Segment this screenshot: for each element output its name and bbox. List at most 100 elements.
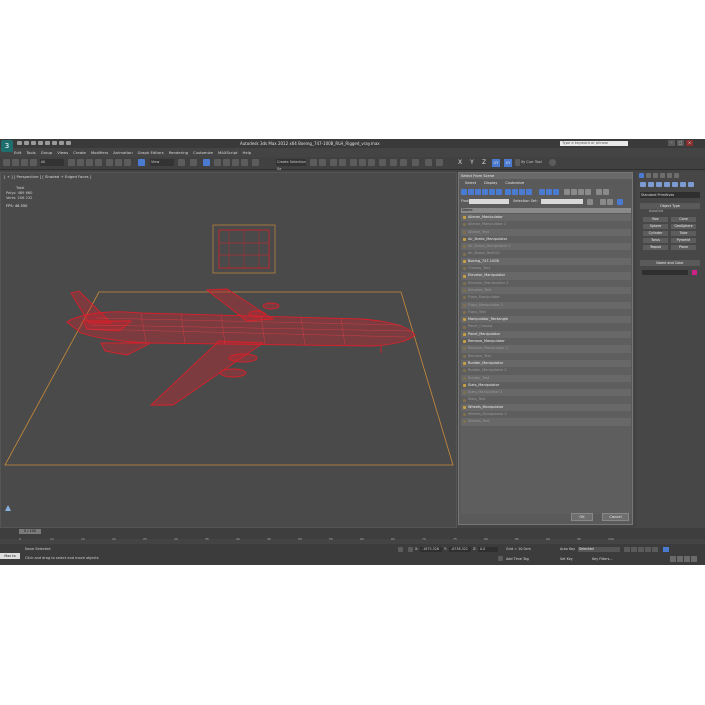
axis-z-constraint[interactable]: Z — [480, 159, 488, 167]
hierarchy-icon[interactable] — [600, 199, 606, 205]
key-mode-toggle-icon[interactable] — [663, 547, 669, 552]
teapot-icon[interactable] — [549, 159, 556, 166]
move-icon[interactable] — [106, 159, 113, 166]
list-item[interactable]: Panel_Manipulator — [461, 330, 631, 339]
list-item[interactable]: Elevator_Manipulator — [461, 272, 631, 280]
list-item[interactable]: Air_Brake_Manipulator 2 — [461, 243, 631, 251]
redo-icon[interactable] — [45, 141, 50, 145]
list-item[interactable]: Chassis_Text — [461, 265, 631, 272]
z-coordinate-field[interactable]: 0.0 — [478, 547, 498, 552]
display-groups-icon[interactable] — [505, 189, 511, 195]
selection-filter-dropdown[interactable]: All — [40, 159, 64, 166]
new-file-icon[interactable] — [17, 141, 22, 145]
scene-object-list[interactable]: Aileron_Manipulator Aileron_Manipulator 2… — [461, 214, 631, 514]
create-tab-icon[interactable] — [639, 173, 644, 178]
selection-set-options-icon[interactable] — [587, 199, 593, 205]
display-xrefs-icon[interactable] — [512, 189, 518, 195]
lights-category-icon[interactable] — [656, 182, 662, 187]
list-item[interactable]: Air_Brake_Text001 — [461, 250, 631, 257]
list-item[interactable]: Manipulator_Rectangle — [461, 316, 631, 324]
dialog-menu-display[interactable]: Display — [484, 181, 497, 185]
zoom-extents-icon[interactable] — [684, 556, 690, 562]
activeshade-icon[interactable] — [425, 159, 432, 166]
list-item[interactable]: Slats_Manipulator — [461, 382, 631, 389]
edit-named-selection-icon[interactable] — [252, 159, 259, 166]
menu-group[interactable]: Group — [41, 149, 53, 156]
list-item[interactable]: Rudder_Manipulator 2 — [461, 367, 631, 374]
minimize-button[interactable]: – — [668, 140, 675, 146]
list-item[interactable]: Slats_Text — [461, 396, 631, 403]
curve-editor-icon[interactable] — [350, 159, 357, 166]
dialog-menu-customize[interactable]: Customize — [505, 181, 524, 185]
reference-coordinate-dropdown[interactable]: View — [150, 159, 174, 166]
filter-options-icon[interactable] — [596, 189, 602, 195]
object-color-swatch[interactable] — [692, 270, 697, 275]
add-time-tag[interactable]: Add Time Tag — [506, 557, 529, 561]
geosphere-button[interactable]: GeoSphere — [671, 224, 696, 229]
menu-graph-editors[interactable]: Graph Editors — [138, 149, 164, 156]
go-to-end-icon[interactable] — [652, 547, 658, 552]
menu-views[interactable]: Views — [57, 149, 68, 156]
display-shapes-icon[interactable] — [468, 189, 474, 195]
list-item[interactable]: Aileron_Manipulator 2 — [461, 221, 631, 228]
render-iterative-icon[interactable] — [412, 159, 419, 166]
list-item[interactable]: Aileron_Manipulator — [461, 214, 631, 222]
find-case-sensitive-icon[interactable] — [603, 189, 609, 195]
undo-tool-icon[interactable] — [3, 159, 10, 166]
menu-edit[interactable]: Edit — [14, 149, 21, 156]
set-key-button[interactable]: Set Key — [560, 557, 573, 561]
sphere-button[interactable]: Sphere — [643, 224, 668, 229]
list-item[interactable]: Panel_Chassis — [461, 323, 631, 330]
autogrid-checkbox[interactable]: AutoGrid — [649, 209, 663, 213]
display-lights-icon[interactable] — [475, 189, 481, 195]
menu-modifiers[interactable]: Modifiers — [91, 149, 108, 156]
graphite-ribbon-icon[interactable] — [339, 159, 346, 166]
named-selection-dropdown[interactable]: Create Selection Se — [276, 159, 306, 171]
list-item[interactable]: Rudder_Manipulator — [461, 359, 631, 368]
lock-selection-icon[interactable] — [398, 547, 403, 552]
teapot-button[interactable]: Teapot — [643, 245, 668, 250]
list-item[interactable]: Wheels_Manipulator 2 — [461, 411, 631, 418]
primitive-type-dropdown[interactable]: Standard Primitives — [640, 192, 700, 198]
display-spacewarps-icon[interactable] — [496, 189, 502, 195]
scale-icon[interactable] — [124, 159, 131, 166]
percent-snap-icon[interactable] — [232, 159, 239, 166]
search-input[interactable]: Type a keyword or phrase — [560, 141, 628, 146]
maximize-button[interactable]: □ — [677, 140, 684, 146]
select-manipulate-icon[interactable] — [138, 159, 145, 166]
menu-tools[interactable]: Tools — [26, 149, 35, 156]
cameras-category-icon[interactable] — [664, 182, 670, 187]
next-frame-icon[interactable] — [645, 547, 651, 552]
track-bar[interactable]: 0 10 15 20 25 30 35 40 45 50 55 60 65 70 75 80 85 90 95 100 — [19, 537, 619, 544]
display-cameras-icon[interactable] — [482, 189, 488, 195]
schematic-view-icon[interactable] — [359, 159, 366, 166]
teapot-render-icon[interactable] — [436, 159, 443, 166]
display-none-icon[interactable] — [546, 189, 552, 195]
zoom-all-icon[interactable] — [677, 556, 683, 562]
save-file-icon[interactable] — [31, 141, 36, 145]
add-time-tag-icon[interactable] — [498, 556, 503, 561]
axis-xy-plane-constraint[interactable]: XY — [504, 159, 512, 167]
render-setup-icon[interactable] — [379, 159, 386, 166]
geometry-category-icon[interactable] — [640, 182, 646, 187]
motion-tab-icon[interactable] — [660, 173, 665, 178]
display-helpers-icon[interactable] — [489, 189, 495, 195]
select-invert-icon[interactable] — [578, 189, 584, 195]
torus-button[interactable]: Torus — [643, 238, 668, 243]
shapes-category-icon[interactable] — [648, 182, 654, 187]
menu-animation[interactable]: Animation — [113, 149, 132, 156]
display-all-icon[interactable] — [539, 189, 545, 195]
list-item[interactable]: Wheels_Text — [461, 418, 631, 426]
dialog-menu-select[interactable]: Select — [465, 181, 476, 185]
helpers-category-icon[interactable] — [672, 182, 678, 187]
name-column-header[interactable]: Name — [461, 208, 631, 213]
cylinder-button[interactable]: Cylinder — [643, 231, 668, 236]
list-item[interactable]: Elevator_Text — [461, 286, 631, 295]
pivot-center-icon[interactable] — [178, 159, 185, 166]
list-item[interactable]: Flaps_Manipulator — [461, 294, 631, 301]
list-item[interactable]: Flaps_Manipulator 2 — [461, 301, 631, 309]
project-folder-icon[interactable] — [66, 141, 71, 145]
display-invert-icon[interactable] — [553, 189, 559, 195]
menu-help[interactable]: Help — [243, 149, 252, 156]
sync-selection-icon[interactable] — [617, 199, 623, 205]
